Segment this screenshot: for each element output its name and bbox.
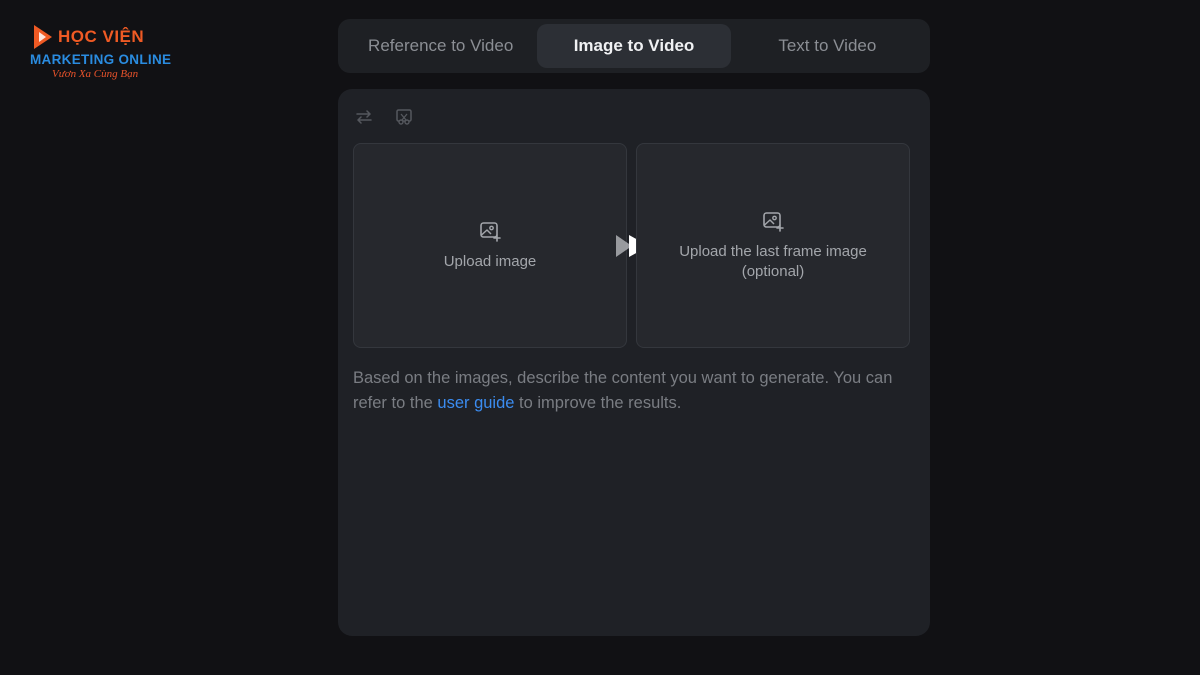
crop-icon[interactable] [394,107,414,127]
mode-tabs: Reference to Video Image to Video Text t… [338,19,930,73]
image-to-video-panel: Upload image Upload the last frame image… [338,89,930,636]
upload-last-label: Upload the last frame image [679,242,867,260]
brand-line2: MARKETING ONLINE [30,52,172,67]
swap-arrows-icon[interactable] [354,107,374,127]
upload-last-optional: (optional) [741,262,805,280]
brand-logo: HỌC VIỆN MARKETING ONLINE Vươn Xa Cùng B… [30,22,180,90]
screen: HỌC VIỆN MARKETING ONLINE Vươn Xa Cùng B… [0,0,1200,675]
panel-toolbar [354,107,414,127]
image-add-icon [763,211,784,232]
prompt-placeholder-end: to improve the results. [514,394,682,412]
upload-last-frame[interactable]: Upload the last frame image (optional) [636,143,910,348]
upload-first-frame[interactable]: Upload image [353,143,627,348]
brand-tagline: Vươn Xa Cùng Bạn [52,68,139,80]
tab-image-to-video[interactable]: Image to Video [537,24,731,68]
tab-text-to-video[interactable]: Text to Video [731,24,924,68]
tab-reference-to-video[interactable]: Reference to Video [344,24,537,68]
brand-line1: HỌC VIỆN [58,27,145,46]
image-add-icon [480,221,501,242]
brand-top-row: HỌC VIỆN [30,22,180,52]
prompt-input[interactable]: Based on the images, describe the conten… [353,366,913,416]
user-guide-link[interactable]: user guide [437,394,514,412]
upload-first-label: Upload image [443,252,537,270]
play-logo-icon [34,25,52,49]
